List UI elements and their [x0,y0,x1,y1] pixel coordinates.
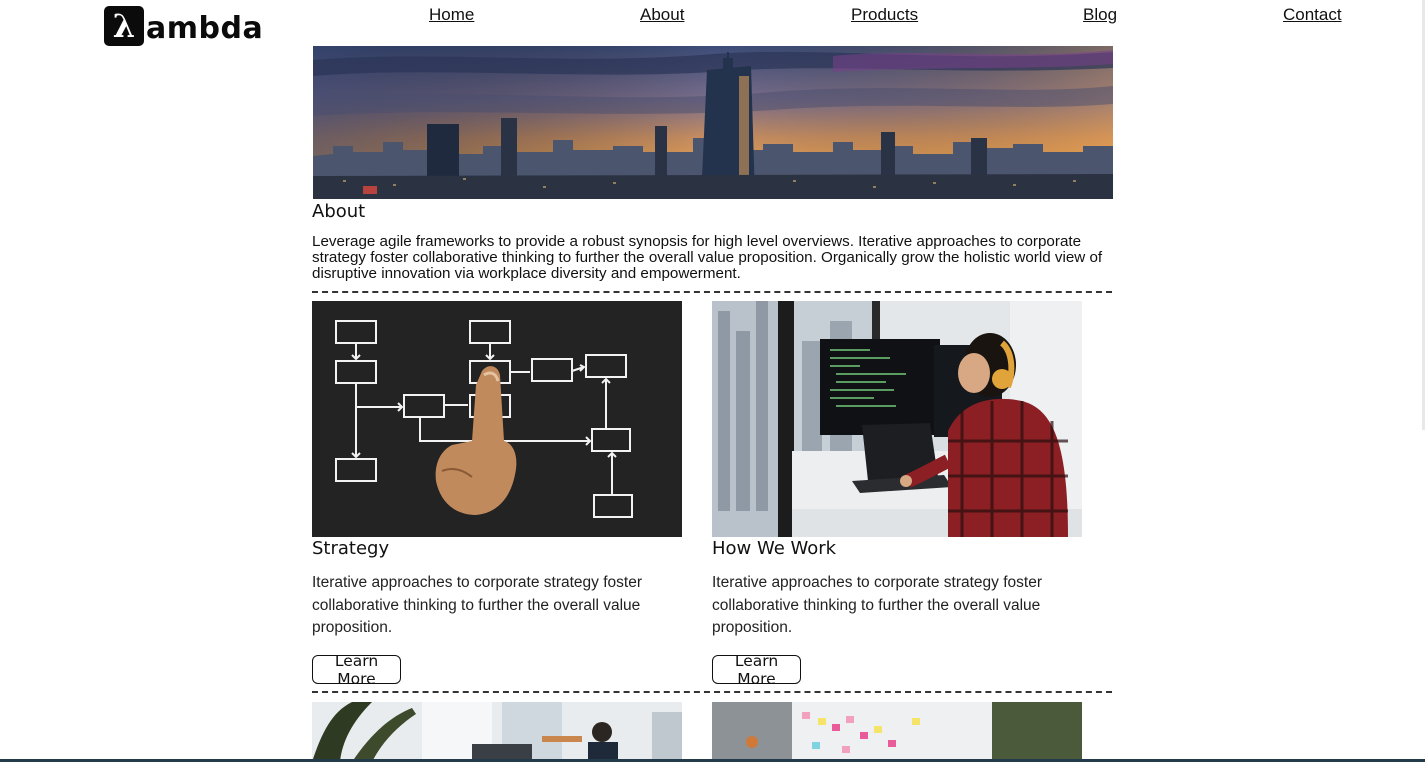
how-we-work-learn-more-button[interactable]: Learn More [712,652,801,688]
strategy-flowchart-image [312,301,682,537]
office-plant-image [312,702,682,762]
about-text: Leverage agile frameworks to provide a r… [312,233,1103,282]
nav-link-home[interactable]: Home [429,5,474,25]
page: λ ambda Home About Products Blog Contact [0,0,1425,762]
hero-skyline-image [313,46,1113,199]
lambda-logo-wordmark: ambda [146,10,264,46]
how-we-work-text: Iterative approaches to corporate strate… [712,574,1042,636]
strategy-heading: Strategy [312,538,390,559]
strategy-text: Iterative approaches to corporate strate… [312,574,642,636]
whiteboard-sticky-notes-image [712,702,1082,762]
nav-link-about[interactable]: About [640,5,684,25]
about-heading: About [312,201,366,222]
strategy-learn-more-button[interactable]: Learn More [312,652,401,688]
lambda-logo[interactable]: λ ambda [104,6,263,46]
how-we-work-heading: How We Work [712,538,837,559]
how-we-work-image [712,301,1082,537]
nav-link-blog[interactable]: Blog [1083,5,1117,25]
nav-link-contact[interactable]: Contact [1283,5,1342,25]
section-divider [312,691,1112,693]
lambda-logo-mark: λ [104,6,144,46]
section-divider [312,291,1112,293]
nav-link-products[interactable]: Products [851,5,918,25]
